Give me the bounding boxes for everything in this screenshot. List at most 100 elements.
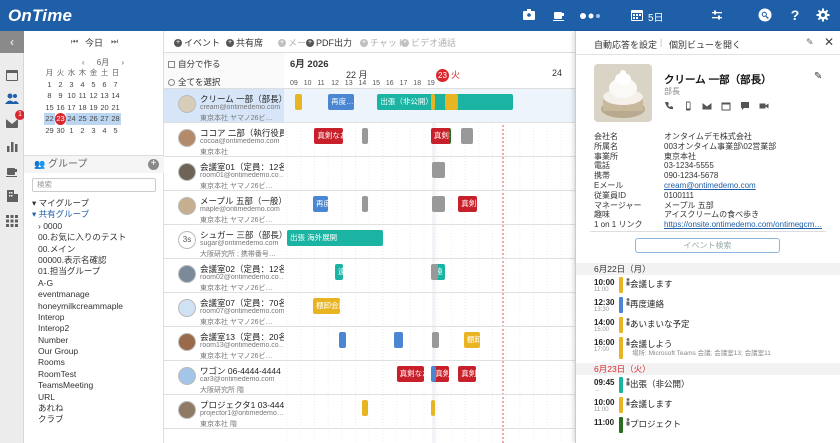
group-tree-item[interactable]: A-G: [30, 278, 162, 289]
info-value[interactable]: cream@ontimedemo.com: [664, 181, 756, 191]
select-all-checkbox[interactable]: [168, 78, 175, 86]
person-row[interactable]: ココア 二部（執行役員） cocoa@ontimedemo.com 東京本社: [164, 123, 296, 157]
mini-calendar-day[interactable]: 4: [77, 79, 88, 91]
group-tree-item[interactable]: 00.メイン: [30, 244, 162, 255]
calendar-event[interactable]: [430, 366, 437, 382]
auto-reply-link[interactable]: 自動応答を設定: [594, 38, 657, 51]
calendar-icon[interactable]: [5, 68, 19, 82]
person-row[interactable]: メープル 五部（一般） maple@ontimedemo.com 東京本社 ヤマノ2…: [164, 191, 287, 225]
group-search-input[interactable]: 検索: [32, 178, 156, 192]
mini-calendar-day[interactable]: 15: [44, 102, 55, 114]
mini-calendar-day[interactable]: 19: [88, 102, 99, 114]
calendar-event[interactable]: 真剣なお…: [396, 366, 424, 382]
group-tree-item[interactable]: Rooms: [30, 357, 162, 368]
calendar-event[interactable]: 遠: [334, 264, 344, 280]
mini-calendar-day[interactable]: 24: [66, 113, 77, 125]
mobile-icon[interactable]: [683, 101, 693, 111]
filter-sliders-icon[interactable]: [710, 8, 724, 22]
agenda-item[interactable]: 09:45 → 出張（非公開）: [576, 375, 840, 395]
mini-calendar-day[interactable]: 5: [110, 125, 121, 137]
video-icon[interactable]: [759, 101, 769, 111]
agenda-item[interactable]: 14:00 15:00 あいまいな予定: [576, 315, 840, 335]
grid-icon[interactable]: [5, 214, 19, 228]
calendar-event[interactable]: [362, 196, 368, 212]
calendar-event[interactable]: 出張 海外展開: [287, 230, 383, 246]
agenda-item[interactable]: 11:00 プロジェクト: [576, 415, 840, 435]
mini-calendar-day[interactable]: 1: [66, 125, 77, 137]
calendar-event[interactable]: [460, 128, 474, 144]
mini-calendar-day[interactable]: 30: [55, 125, 66, 137]
mini-calendar-day[interactable]: 3: [88, 125, 99, 137]
tree-expand-icon[interactable]: ▾: [32, 209, 39, 219]
coffee-icon[interactable]: [5, 164, 19, 178]
calendar-icon[interactable]: [721, 101, 731, 111]
next-week-button[interactable]: ⏭: [111, 37, 118, 47]
mini-calendar-day[interactable]: 18: [77, 102, 88, 114]
mini-calendar-day[interactable]: 26: [88, 113, 99, 125]
chart-icon[interactable]: [5, 139, 19, 153]
mini-calendar-day[interactable]: 25: [77, 113, 88, 125]
edit-icon[interactable]: ✎: [814, 71, 822, 82]
mini-calendar-day[interactable]: 23: [55, 113, 66, 125]
add-group-button[interactable]: +: [148, 159, 159, 170]
self-create-toggle[interactable]: 自分で作る: [168, 58, 221, 70]
help-icon[interactable]: ?: [788, 7, 802, 23]
self-create-checkbox[interactable]: [168, 60, 175, 68]
calendar-event[interactable]: 再度…: [313, 196, 329, 212]
mini-calendar-day[interactable]: 4: [99, 125, 110, 137]
mini-calendar-day[interactable]: 1: [44, 79, 55, 91]
mini-calendar-day[interactable]: 29: [44, 125, 55, 137]
calendar-event[interactable]: [362, 400, 368, 416]
calendar-event[interactable]: 真剣なお…: [430, 128, 451, 144]
close-icon[interactable]: ✕: [824, 35, 834, 49]
agenda-item[interactable]: 12:30 13:30 再度連絡: [576, 295, 840, 315]
group-tree-item[interactable]: Interop: [30, 312, 162, 323]
calendar-view-icon[interactable]: [630, 8, 644, 22]
calendar-event[interactable]: [362, 128, 368, 144]
group-tree-item[interactable]: クラブ: [30, 414, 162, 425]
timeline-row[interactable]: [284, 361, 575, 395]
group-tree-item[interactable]: 01.担当グループ: [30, 266, 162, 277]
mini-calendar-day[interactable]: 8: [44, 90, 55, 102]
person-row[interactable]: 3s シュガー 三部（部長） sugar@ontimedemo.com 大阪研究所 ;…: [164, 225, 287, 259]
toolbar-button[interactable]: + 共有席: [226, 36, 263, 49]
building-icon[interactable]: [5, 189, 19, 203]
person-row[interactable]: 会議室02（定員：12名）0… room02@ontimedemo.co… 東京本社…: [164, 259, 309, 293]
today-button[interactable]: 今日: [85, 38, 103, 48]
tree-expand-icon[interactable]: ▾: [32, 198, 39, 208]
pin-icon[interactable]: ✎: [806, 37, 814, 48]
select-all-toggle[interactable]: 全てを選択: [168, 76, 220, 88]
mini-calendar-day[interactable]: 5: [88, 79, 99, 91]
agenda-item[interactable]: 10:00 11:00 会議します: [576, 275, 840, 295]
group-tree-item[interactable]: 00.お気に入りのテスト: [30, 232, 162, 243]
group-tree-item[interactable]: あれね: [30, 403, 162, 414]
view-range-label[interactable]: 5日: [648, 9, 664, 24]
mini-calendar-day[interactable]: 16: [55, 102, 66, 114]
person-row[interactable]: プロジェクタ1 03-4444… projector1@ontimedemo… 東京…: [164, 395, 297, 429]
presence-toggle-icon[interactable]: [578, 8, 604, 22]
collapse-panel-button[interactable]: ‹: [0, 31, 24, 53]
group-tree-item[interactable]: URL: [30, 392, 162, 403]
calendar-event[interactable]: [432, 162, 445, 178]
mini-calendar-day[interactable]: 28: [110, 113, 121, 125]
calendar-event[interactable]: 真剣なお…: [458, 366, 477, 382]
calendar-event[interactable]: [430, 400, 435, 416]
mini-calendar-day[interactable]: 9: [55, 90, 66, 102]
mini-calendar-day[interactable]: 2: [77, 125, 88, 137]
calendar-event[interactable]: [432, 332, 440, 348]
mini-calendar-day[interactable]: 22: [44, 113, 55, 125]
mini-calendar-day[interactable]: 20: [99, 102, 110, 114]
mini-calendar-day[interactable]: 3: [66, 79, 77, 91]
timeline-row[interactable]: [284, 157, 575, 191]
timeline-grid[interactable]: 再度…出張（非公開）真剣なお…真剣なお…再度…真剣なお…出張 海外展開遠遠棚卸会…: [284, 89, 575, 443]
mini-calendar-day[interactable]: 12: [88, 90, 99, 102]
person-row[interactable]: 会議室07（定員：70名） room07@ontimedemo.com 東京本社 ヤ…: [164, 293, 295, 327]
mini-calendar-day[interactable]: 2: [55, 79, 66, 91]
calendar-event[interactable]: [444, 94, 459, 110]
contacts-card-icon[interactable]: [522, 8, 536, 22]
phone-icon[interactable]: [664, 101, 674, 111]
person-row[interactable]: ワゴン 06-4444-4444（… car3@ontimedemo.com 大阪研…: [164, 361, 298, 395]
calendar-event[interactable]: 真剣なお…: [314, 128, 344, 144]
mini-calendar-day[interactable]: 21: [110, 102, 121, 114]
group-tree-item[interactable]: TeamsMeeting: [30, 380, 162, 391]
